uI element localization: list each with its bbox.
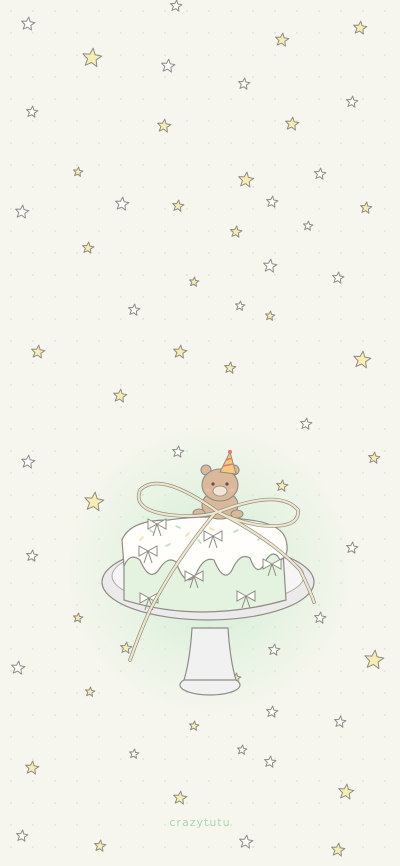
wallpaper: crazytutu xyxy=(0,0,400,866)
cake-illustration xyxy=(101,450,316,696)
party-hat-icon xyxy=(219,450,237,475)
artist-signature: crazytutu xyxy=(169,816,231,829)
